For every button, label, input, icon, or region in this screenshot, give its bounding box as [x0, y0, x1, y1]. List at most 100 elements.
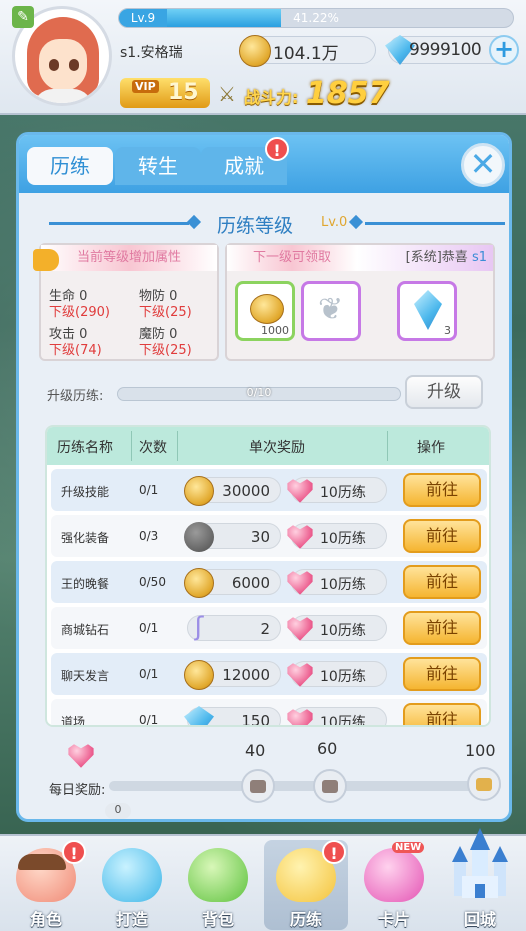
gold-chest-icon[interactable] — [467, 767, 501, 801]
next-rewards-box: 下一级可领取 [系统]恭喜 s1 1000 ❦ 3 — [225, 243, 495, 361]
milestone-40: 40 — [245, 741, 266, 760]
bottom-nav: ! 角色 打造 背包 ! 历练 NEW 卡片 回城 — [0, 828, 526, 931]
next-rewards-caption: 下一级可领取 — [227, 245, 357, 271]
achievement-alert-badge: ! — [265, 137, 289, 161]
upgrade-button[interactable]: 升级 — [405, 375, 483, 409]
reward-exp: 10历练 — [287, 661, 387, 687]
training-alert-badge: ! — [322, 840, 346, 864]
vip-label: VIP — [132, 80, 159, 93]
nav-training[interactable]: ! 历练 — [264, 840, 348, 930]
add-diamond-button[interactable]: + — [489, 35, 519, 65]
reward-amount: 30 — [184, 522, 281, 552]
go-button[interactable]: 前往 — [403, 519, 481, 553]
reward-amount: 150 — [184, 706, 281, 725]
daily-label: 每日奖励: — [49, 783, 106, 798]
go-button[interactable]: 前往 — [403, 703, 481, 725]
bag-icon — [188, 848, 248, 902]
current-stats-caption: 当前等级增加属性 — [41, 245, 217, 271]
nav-label: 卡片 — [377, 910, 410, 929]
table-row: 商城钻石 0/1 ʃ 2 10历练 前往 — [51, 607, 487, 649]
daily-progress-bar — [109, 781, 501, 791]
daily-reward: 每日奖励: 0 40 60 100 — [45, 739, 505, 819]
stat-hp-next: 下级(290) — [49, 305, 110, 320]
crystal-icon — [414, 290, 442, 330]
nav-return-city[interactable]: 回城 — [438, 828, 522, 930]
close-icon[interactable]: ✕ — [461, 143, 505, 187]
vip-badge[interactable]: VIP 15 — [120, 78, 210, 108]
task-name: 商城钻石 — [61, 623, 110, 637]
task-count: 0/50 — [139, 575, 166, 589]
milestone-100: 100 — [465, 741, 496, 760]
castle-icon — [452, 828, 508, 898]
reward-exp: 10历练 — [287, 707, 387, 725]
heart-icon — [287, 709, 313, 725]
task-count: 0/1 — [139, 667, 159, 681]
gold-counter: 104.1万 — [239, 35, 376, 67]
chest-icon[interactable] — [241, 769, 275, 803]
chest-icon[interactable] — [313, 769, 347, 803]
table-row: 道场 0/1 150 10历练 前往 — [51, 699, 487, 727]
reward-item-crystal[interactable]: 3 — [397, 281, 457, 341]
upgrade-label: 升级历练: — [47, 389, 104, 404]
current-stats-box: 当前等级增加属性 生命 0 下级(290) 物防 0 下级(25) 攻击 0 下… — [33, 243, 219, 361]
stat-atk-next: 下级(74) — [49, 343, 102, 358]
cards-icon — [364, 848, 424, 902]
nav-forge[interactable]: 打造 — [90, 840, 174, 930]
table-row: 聊天发言 0/1 12000 10历练 前往 — [51, 653, 487, 695]
edit-icon[interactable]: ✎ — [12, 6, 34, 28]
nav-character[interactable]: ! 角色 — [4, 840, 88, 930]
system-message: [系统]恭喜 s1 — [357, 245, 493, 271]
gold-coin-icon — [250, 294, 284, 324]
task-name: 升级技能 — [61, 485, 110, 499]
reward-amount: ʃ2 — [187, 614, 281, 641]
reward-item-gold[interactable]: 1000 — [235, 281, 295, 341]
go-button[interactable]: 前往 — [403, 565, 481, 599]
nav-label: 背包 — [201, 910, 234, 929]
task-count: 0/1 — [139, 713, 159, 727]
reward-amount: 30000 — [184, 476, 281, 506]
nav-cards[interactable]: NEW 卡片 — [352, 840, 436, 930]
power-label: 战斗力: — [244, 88, 299, 107]
table-row: 强化装备 0/3 30 10历练 前往 — [51, 515, 487, 557]
top-bar: ✎ 41.22% Lv.9 s1.安格瑞 104.1万 9999100 + VI… — [0, 0, 526, 115]
task-table: 历练名称 次数 单次奖励 操作 升级技能 0/1 30000 10历练 前往 强化装备 0/… — [45, 425, 491, 727]
table-row: 王的晚餐 0/50 6000 10历练 前往 — [51, 561, 487, 603]
tab-training[interactable]: 历练 — [27, 147, 113, 185]
task-count: 0/1 — [139, 621, 159, 635]
vip-level: 15 — [168, 80, 199, 105]
reward-exp: 10历练 — [287, 477, 387, 503]
nav-label: 打造 — [115, 910, 148, 929]
task-name: 道场 — [61, 715, 86, 727]
speaker-icon[interactable] — [33, 249, 59, 271]
go-button[interactable]: 前往 — [403, 657, 481, 691]
player-name: s1.安格瑞 — [120, 45, 183, 61]
heart-icon — [287, 617, 313, 641]
task-name: 强化装备 — [61, 531, 110, 545]
upgrade-progress-text: 0/10 — [246, 386, 272, 399]
section-level: Lv.0 — [321, 215, 348, 230]
reward-item-feather[interactable]: ❦ — [301, 281, 361, 341]
swords-icon: ⚔ — [218, 82, 236, 106]
task-count: 0/1 — [139, 483, 159, 497]
combat-power: ⚔ 战斗力: 1857 — [218, 76, 428, 111]
table-row: 升级技能 0/1 30000 10历练 前往 — [51, 469, 487, 511]
nav-bag[interactable]: 背包 — [176, 840, 260, 930]
milestone-60: 60 — [317, 739, 338, 758]
heart-icon — [287, 479, 313, 503]
stat-pdef-next: 下级(25) — [139, 305, 192, 320]
reward-exp: 10历练 — [287, 523, 387, 549]
section-title: 历练等级 — [217, 215, 294, 237]
task-name: 王的晚餐 — [61, 577, 110, 591]
go-button[interactable]: 前往 — [403, 611, 481, 645]
tab-rebirth[interactable]: 转生 — [115, 147, 201, 185]
task-count: 0/3 — [139, 529, 159, 543]
stat-mdef-next: 下级(25) — [139, 343, 192, 358]
col-count: 次数 — [139, 440, 167, 456]
feather-icon: ❦ — [318, 292, 344, 327]
go-button[interactable]: 前往 — [403, 473, 481, 507]
nav-label: 回城 — [463, 910, 496, 929]
heart-icon — [287, 663, 313, 687]
upgrade-progress-bar: 0/10 — [117, 386, 401, 401]
power-value: 1857 — [306, 76, 390, 111]
exp-percent: 41.22% — [293, 11, 339, 25]
